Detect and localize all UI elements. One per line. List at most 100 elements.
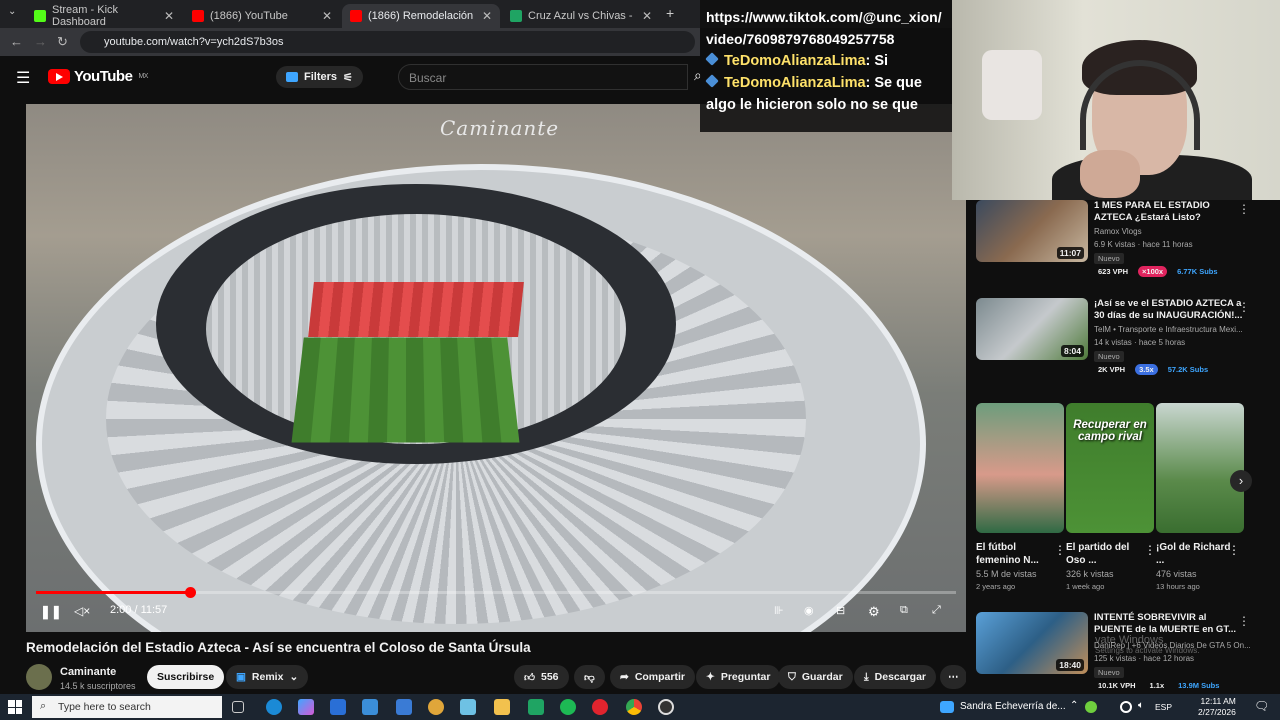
copilot-icon[interactable] <box>298 699 314 715</box>
close-icon[interactable]: ✕ <box>642 9 652 23</box>
video-player[interactable]: Caminante ❚❚ ◁× 2:00 / 11:57 ⊪ ◉ ⊟ ⚙ ⧉ ⤢ <box>26 104 966 632</box>
mute-icon[interactable]: ◁× <box>74 604 90 618</box>
video-thumbnail[interactable]: 18:40 <box>976 612 1088 674</box>
short-thumbnail[interactable]: Recuperar en campo rival <box>1066 403 1154 533</box>
channel-name[interactable]: Caminante <box>60 666 116 678</box>
video-title[interactable]: INTENTÉ SOBREVIVIR al PUENTE de la MUERT… <box>1094 612 1244 636</box>
reload-icon[interactable]: ↻ <box>57 34 68 50</box>
tray-app-icon[interactable] <box>1085 701 1097 713</box>
search-input[interactable]: Buscar <box>398 64 688 90</box>
more-options-icon[interactable]: ⋮ <box>1228 543 1240 557</box>
remix-button[interactable]: ▣ Remix ⌄ <box>226 665 309 689</box>
like-button[interactable]: 👍︎ 556 <box>514 665 569 689</box>
more-options-icon[interactable]: ⋮ <box>1238 614 1250 628</box>
thumbs-down-icon: 👎︎ <box>584 671 595 684</box>
chapters-icon[interactable]: ⊪ <box>774 604 784 617</box>
tab-youtube-video[interactable]: (1866) Remodelación del Estad ✕ <box>342 4 500 28</box>
language-indicator[interactable]: ESP <box>1155 702 1172 712</box>
tab-cruz-azul[interactable]: Cruz Azul vs Chivas - marcador ✕ <box>502 4 660 28</box>
obs-icon[interactable] <box>658 699 674 715</box>
video-stats: 623 VPH ×100x 6.77K Subs <box>1094 266 1222 277</box>
system-clock[interactable]: 12:11 AM 2/27/2026 <box>1198 696 1236 718</box>
short-card[interactable]: Recuperar en campo rival El partido del … <box>1066 403 1156 591</box>
short-thumbnail[interactable] <box>1156 403 1244 533</box>
short-thumbnail[interactable] <box>976 403 1064 533</box>
video-title[interactable]: 1 MES PARA EL ESTADIO AZTECA ¿Estará Lis… <box>1094 200 1244 224</box>
ask-button[interactable]: ✦ Preguntar <box>696 665 781 689</box>
tab-kick[interactable]: Stream - Kick Dashboard ✕ <box>26 4 182 28</box>
network-icon[interactable] <box>1120 701 1132 713</box>
shorts-next-icon[interactable]: › <box>1230 470 1252 492</box>
more-options-icon[interactable]: ⋮ <box>1238 202 1250 216</box>
channel-avatar[interactable] <box>26 664 52 690</box>
filters-button[interactable]: Filters ⚟ <box>276 66 363 88</box>
share-button[interactable]: ➦ Compartir <box>610 665 695 689</box>
youtube-header: ☰ YouTube MX Filters ⚟ Buscar ⌕ <box>0 56 702 98</box>
volume-icon[interactable]: 🔈︎ <box>1138 700 1144 711</box>
save-button[interactable]: ⛉ Guardar <box>778 665 853 689</box>
more-options-icon[interactable]: ⋮ <box>1144 543 1156 557</box>
opera-icon[interactable] <box>592 699 608 715</box>
store-icon[interactable] <box>362 699 378 715</box>
taskbar-search-input[interactable]: ⌕ Type here to search <box>32 696 222 718</box>
youtube-logo[interactable]: YouTube MX <box>48 68 148 85</box>
notifications-icon[interactable]: 🗨︎ <box>1254 699 1269 713</box>
vscode-icon[interactable] <box>396 699 412 715</box>
close-icon[interactable]: ✕ <box>482 9 492 23</box>
subscribe-button[interactable]: Suscribirse <box>147 665 225 689</box>
video-thumbnail[interactable]: 11:07 <box>976 200 1088 262</box>
mail-icon[interactable] <box>330 699 346 715</box>
short-title[interactable]: El partido del Oso ... <box>1066 541 1142 567</box>
tab-label: Stream - Kick Dashboard <box>52 4 119 28</box>
miniplayer-icon[interactable]: ⧉ <box>900 604 908 617</box>
chrome-icon[interactable] <box>626 699 642 715</box>
taskbar-search-placeholder: Type here to search <box>58 701 151 713</box>
fullscreen-icon[interactable]: ⤢ <box>932 604 941 617</box>
remix-icon: ▣ <box>236 671 246 683</box>
task-view-icon[interactable] <box>232 701 244 713</box>
close-icon[interactable]: ✕ <box>322 9 332 23</box>
tray-chevron-icon[interactable]: ⌃ <box>1070 700 1078 711</box>
back-icon[interactable]: ← <box>10 34 23 49</box>
download-button[interactable]: ⤓ Descargar <box>854 665 937 689</box>
more-options-icon[interactable]: ⋮ <box>1054 543 1066 557</box>
edge-icon[interactable] <box>266 699 282 715</box>
video-title[interactable]: ¡Así se ve el ESTADIO AZTECA a 30 días d… <box>1094 298 1244 322</box>
file-explorer-icon[interactable] <box>494 699 510 715</box>
chrome-beta-icon[interactable] <box>428 699 444 715</box>
vph-stat: 2K VPH <box>1098 365 1126 374</box>
autoplay-icon[interactable]: ◉ <box>804 604 814 617</box>
video-thumbnail[interactable]: 8:04 <box>976 298 1088 360</box>
weather-widget[interactable]: Sandra Echeverría de... <box>960 701 1066 712</box>
windows-start-icon[interactable] <box>8 700 22 714</box>
tab-youtube[interactable]: (1866) YouTube ✕ <box>184 4 340 28</box>
close-icon[interactable]: ✕ <box>164 9 174 23</box>
more-actions-button[interactable]: ⋯ <box>940 665 967 689</box>
captions-icon[interactable]: ⊟ <box>836 604 845 617</box>
forward-icon[interactable]: → <box>34 34 47 49</box>
short-title[interactable]: ¡Gol de Richard ... <box>1156 541 1232 567</box>
new-tab-icon[interactable]: + <box>666 5 674 21</box>
video-channel[interactable]: Ramox Vlogs <box>1094 227 1142 236</box>
progress-knob[interactable] <box>184 587 196 598</box>
short-card[interactable]: ¡Gol de Richard ... 476 vistas 13 hours … <box>1156 403 1244 591</box>
short-title[interactable]: El fútbol femenino N... <box>976 541 1052 567</box>
video-channel[interactable]: TelM • Transporte e Infraestructura Mexi… <box>1094 325 1243 334</box>
tab-list-chevron-icon[interactable]: ⌄ <box>8 6 16 17</box>
sheets-icon[interactable] <box>528 699 544 715</box>
progress-bar[interactable] <box>36 587 956 598</box>
more-options-icon[interactable]: ⋮ <box>1238 300 1250 314</box>
settings-icon[interactable]: ⚙ <box>868 604 880 620</box>
kick-icon <box>34 10 46 22</box>
short-card[interactable]: El fútbol femenino N... 5.5 M de vistas … <box>976 403 1066 591</box>
recommendations-sidebar: 11:07 1 MES PARA EL ESTADIO AZTECA ¿Esta… <box>966 200 1280 694</box>
menu-icon[interactable]: ☰ <box>16 68 30 88</box>
pause-icon[interactable]: ❚❚ <box>40 604 62 620</box>
tab-label: (1866) Remodelación del Estad <box>368 10 476 22</box>
url-field[interactable]: youtube.com/watch?v=ych2dS7b3os <box>80 31 695 53</box>
spotify-icon[interactable] <box>560 699 576 715</box>
video-stats: 2K VPH 3.5x 57.2K Subs <box>1094 364 1212 375</box>
new-badge: Nuevo <box>1094 667 1124 678</box>
dislike-button[interactable]: 👎︎ <box>574 665 605 689</box>
notepad-icon[interactable] <box>460 699 476 715</box>
